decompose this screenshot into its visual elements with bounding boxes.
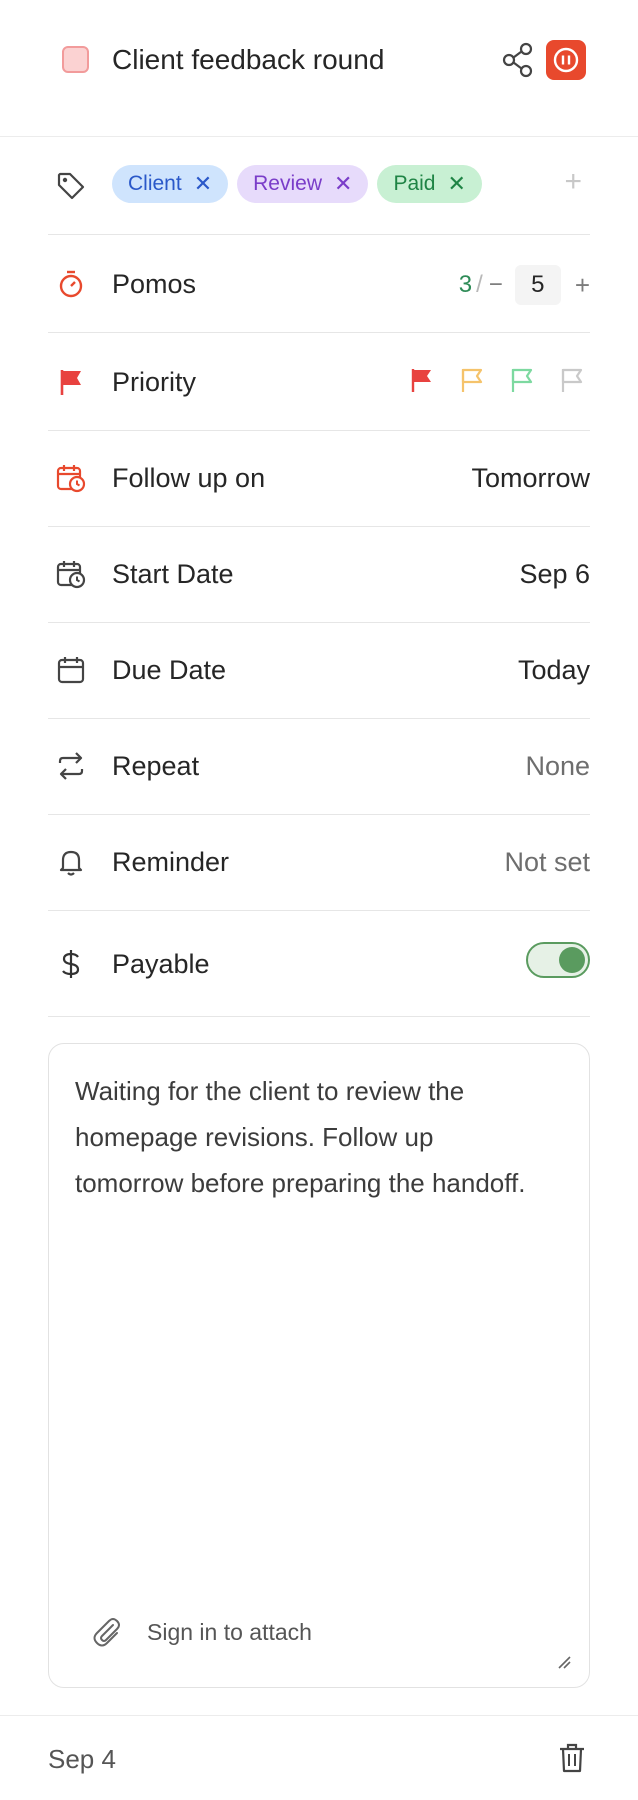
pomo-done-count: 3 [458,271,473,298]
notes-text[interactable]: Waiting for the client to review the hom… [75,1068,545,1206]
repeat-value[interactable]: None [525,749,590,783]
reminder-label: Reminder [112,847,230,877]
created-date: Sep 4 [48,1744,116,1774]
bell-icon [59,850,83,876]
start-date-row[interactable]: Start Date Sep 6 [48,527,590,623]
pomodoro-button[interactable] [546,40,586,80]
task-footer: Sep 4 [0,1715,638,1800]
repeat-label: Repeat [112,751,200,781]
trash-icon[interactable] [558,1742,586,1774]
task-detail-panel: Client feedback round Client ✕ Review ✕ … [0,0,638,1800]
tag-label: Review [253,172,322,195]
tag-label: Paid [393,172,436,195]
pomo-decrement-button[interactable]: − [489,271,503,299]
repeat-row[interactable]: Repeat None [48,719,590,815]
tag-icon [57,172,85,200]
tag-chip-paid[interactable]: Paid ✕ [377,165,482,203]
due-date-label: Due Date [112,655,227,685]
calendar-icon [57,657,85,684]
attach-label: Sign in to attach [147,1618,312,1645]
due-date-value[interactable]: Today [518,653,590,687]
payable-label: Payable [112,949,210,979]
priority-low-flag-icon[interactable] [510,367,534,393]
pomos-row: Pomos 3 / − 5 + [48,235,590,333]
paperclip-icon [93,1618,120,1647]
task-title[interactable]: Client feedback round [112,42,384,78]
priority-label: Priority [112,367,197,397]
reminder-row[interactable]: Reminder Not set [48,815,590,911]
tags-row: Client ✕ Review ✕ Paid ✕ + [48,137,590,235]
calendar-clock-icon [56,465,86,493]
tag-chip-client[interactable]: Client ✕ [112,165,229,203]
due-date-row[interactable]: Due Date Today [48,623,590,719]
attach-button[interactable]: Sign in to attach [91,1614,312,1650]
start-date-value[interactable]: Sep 6 [519,557,590,591]
remove-tag-icon[interactable]: ✕ [447,173,465,195]
task-header: Client feedback round [0,0,638,137]
pomo-separator: / [476,271,483,298]
follow-up-value[interactable]: Tomorrow [471,461,590,495]
follow-up-row[interactable]: Follow up on Tomorrow [48,431,590,527]
add-tag-button[interactable]: + [564,167,582,197]
priority-medium-flag-icon[interactable] [460,367,484,393]
tag-chip-review[interactable]: Review ✕ [237,165,369,203]
priority-none-flag-icon[interactable] [560,367,584,393]
priority-options [410,367,584,393]
flag-icon [60,370,81,395]
follow-up-label: Follow up on [112,463,266,493]
pomos-label: Pomos [112,269,197,299]
task-checkbox[interactable] [62,46,89,73]
dollar-icon [62,950,80,978]
reminder-value[interactable]: Not set [504,845,590,879]
start-date-label: Start Date [112,559,234,589]
share-icon[interactable] [502,42,534,78]
payable-row: Payable [48,911,590,1017]
calendar-clock-icon [56,561,86,589]
pomo-stepper: 3 / − 5 + [459,265,590,305]
remove-tag-icon[interactable]: ✕ [194,173,212,195]
toggle-knob [559,947,585,973]
payable-toggle[interactable] [526,942,590,978]
tag-list: Client ✕ Review ✕ Paid ✕ [112,165,482,203]
tag-label: Client [128,172,182,195]
resize-handle-icon[interactable] [557,1655,571,1669]
pomo-increment-button[interactable]: + [575,270,590,301]
remove-tag-icon[interactable]: ✕ [334,173,352,195]
priority-high-flag-icon[interactable] [410,367,434,393]
repeat-icon [58,752,84,780]
notes-editor[interactable]: Waiting for the client to review the hom… [48,1043,590,1688]
pomo-estimate-input[interactable]: 5 [514,265,561,305]
pause-timer-icon [553,47,579,73]
stopwatch-icon [59,270,83,298]
priority-row: Priority [48,333,590,431]
